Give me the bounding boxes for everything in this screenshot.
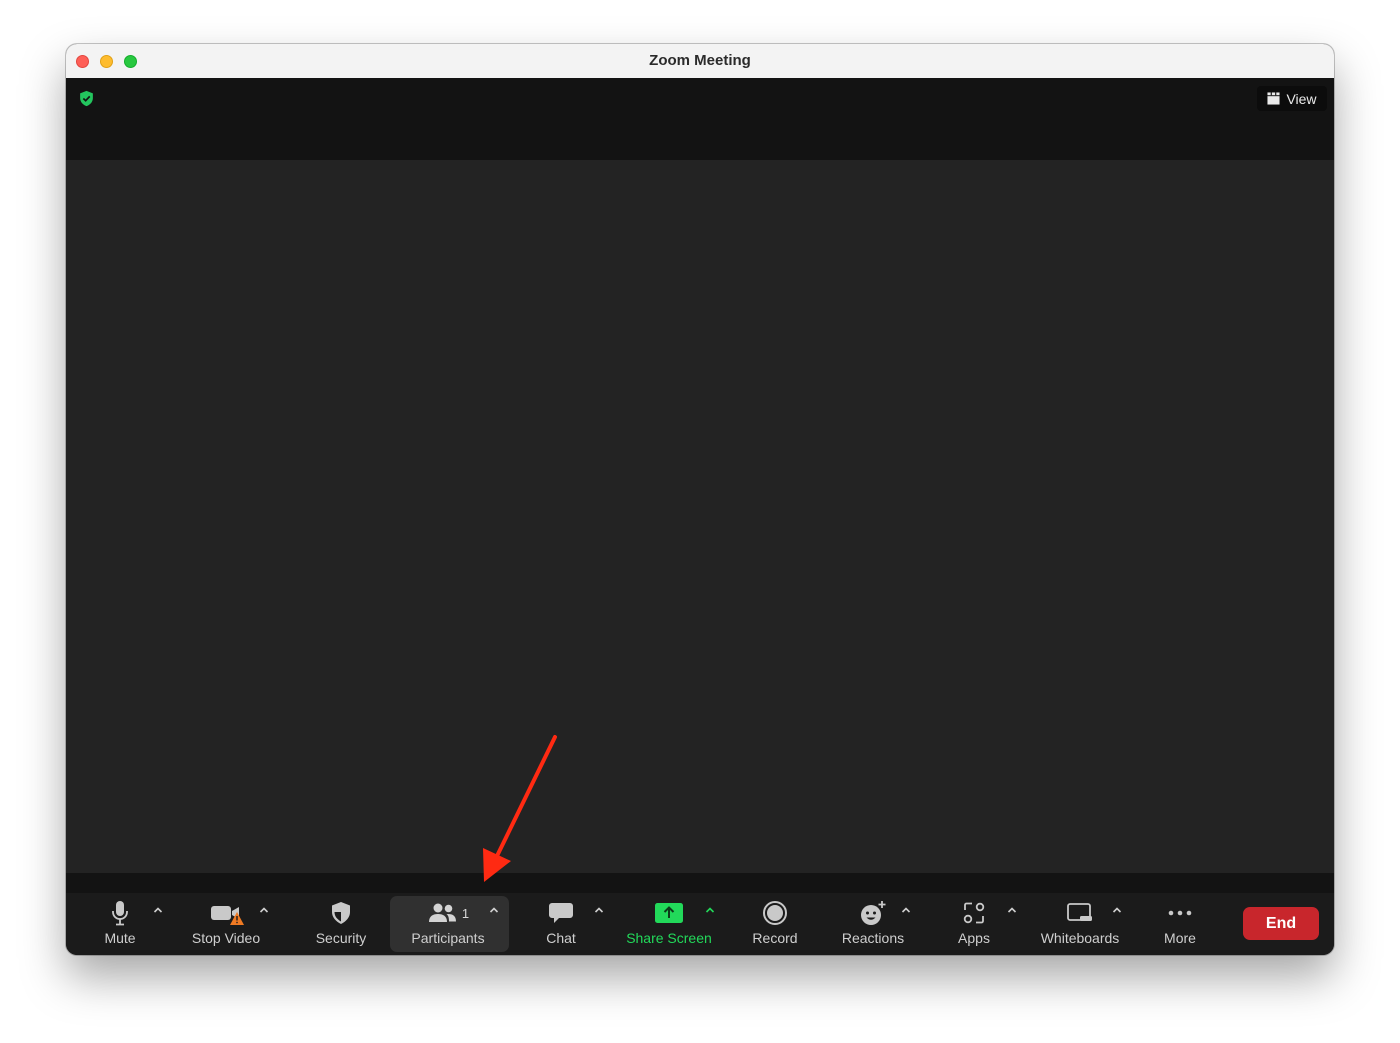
- encryption-shield-icon[interactable]: [78, 90, 95, 107]
- more-label: More: [1164, 930, 1196, 946]
- view-label: View: [1286, 90, 1317, 107]
- reactions-label: Reactions: [841, 930, 905, 946]
- audio-options-caret-icon[interactable]: [153, 906, 163, 914]
- title-bar: Zoom Meeting: [66, 44, 1334, 79]
- view-button[interactable]: View: [1257, 86, 1327, 111]
- reactions-emoji-icon: [861, 901, 886, 925]
- share-screen-label: Share Screen: [626, 930, 712, 946]
- meeting-top-bar: View: [66, 78, 1334, 160]
- share-screen-icon: [655, 903, 683, 923]
- mute-label: Mute: [104, 930, 136, 946]
- security-shield-icon: [332, 902, 350, 924]
- view-grid-icon: [1267, 92, 1280, 105]
- chat-button[interactable]: Chat: [536, 893, 586, 955]
- chat-options-caret-icon[interactable]: [594, 906, 604, 914]
- stop-video-label: Stop Video: [191, 930, 261, 946]
- end-meeting-button[interactable]: End: [1243, 907, 1319, 940]
- whiteboard-icon: [1067, 903, 1092, 921]
- more-dots-icon: [1168, 910, 1192, 916]
- whiteboards-label: Whiteboards: [1040, 930, 1120, 946]
- whiteboards-button[interactable]: Whiteboards: [1034, 893, 1126, 955]
- share-options-caret-icon[interactable]: [705, 906, 715, 914]
- microphone-icon: [112, 901, 128, 926]
- video-stage: [66, 160, 1334, 873]
- record-icon: [763, 901, 787, 925]
- record-label: Record: [752, 930, 798, 946]
- reactions-options-caret-icon[interactable]: [901, 906, 911, 914]
- participants-icon: [428, 903, 456, 922]
- participants-options-caret-icon[interactable]: [489, 906, 499, 914]
- apps-options-caret-icon[interactable]: [1007, 906, 1017, 914]
- security-button[interactable]: Security: [306, 893, 376, 955]
- video-camera-icon: [211, 906, 244, 925]
- security-label: Security: [315, 930, 367, 946]
- reactions-button[interactable]: Reactions: [836, 893, 910, 955]
- stop-video-button[interactable]: Stop Video: [184, 893, 268, 955]
- more-button[interactable]: More: [1156, 893, 1204, 955]
- participants-label: Participants: [411, 930, 485, 946]
- share-screen-button[interactable]: Share Screen: [619, 893, 719, 955]
- meeting-toolbar: Mute Stop Video Security 1 Participants …: [66, 893, 1334, 955]
- record-button[interactable]: Record: [746, 893, 804, 955]
- mute-button[interactable]: Mute: [94, 893, 146, 955]
- participants-count: 1: [461, 905, 470, 921]
- chat-bubble-icon: [549, 903, 573, 923]
- whiteboards-options-caret-icon[interactable]: [1112, 906, 1122, 914]
- window-title: Zoom Meeting: [649, 52, 751, 69]
- chat-label: Chat: [546, 930, 576, 946]
- zoom-window: Zoom Meeting View Mute Stop Video Securi…: [66, 44, 1334, 955]
- apps-icon: [963, 902, 985, 924]
- apps-button[interactable]: Apps: [949, 893, 999, 955]
- participants-button[interactable]: 1 Participants: [398, 893, 498, 955]
- video-options-caret-icon[interactable]: [259, 906, 269, 914]
- apps-label: Apps: [958, 930, 990, 946]
